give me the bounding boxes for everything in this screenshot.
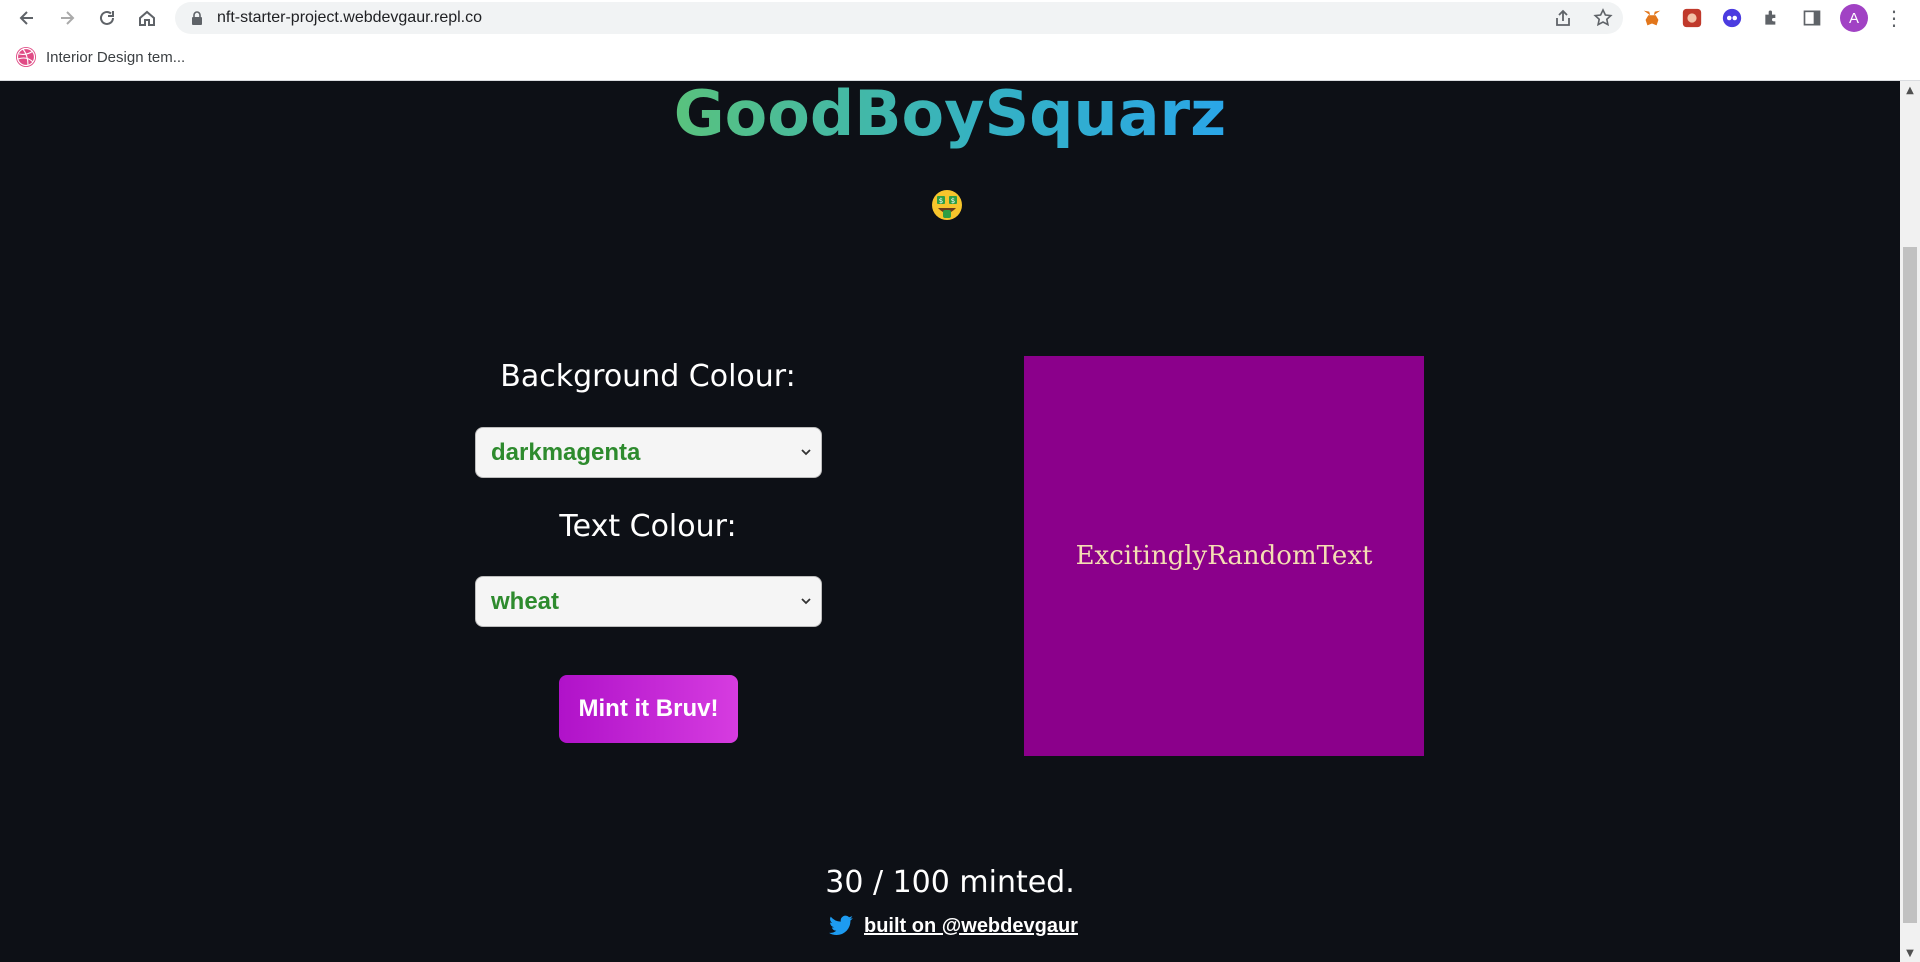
svg-text:$: $ [951,197,955,205]
extension-purple-icon[interactable] [1720,6,1744,30]
metamask-fox-icon[interactable] [1640,6,1664,30]
nft-preview-text: ExcitinglyRandomText [1075,541,1373,571]
chevron-down-icon [801,449,811,456]
background-colour-value: darkmagenta [491,439,641,466]
footer: built on @webdevgaur [826,911,1078,941]
puzzle-extensions-icon[interactable] [1760,6,1784,30]
bookmark-label: Interior Design tem... [46,48,186,66]
mint-button[interactable]: Mint it Bruv! [559,675,738,743]
page-scrollbar[interactable]: ▲ ▼ [1900,81,1920,962]
minted-status: 30 / 100 minted. [825,865,1075,900]
forward-arrow-icon[interactable] [52,3,82,33]
url-text: nft-starter-project.webdevgaur.repl.co [217,9,483,26]
scroll-down-arrow-icon[interactable]: ▼ [1900,944,1920,962]
address-bar[interactable]: nft-starter-project.webdevgaur.repl.co [175,2,1623,34]
reload-icon[interactable] [92,3,122,33]
more-menu-icon[interactable]: ⋮ [1882,6,1906,30]
twitter-bird-icon [829,915,853,935]
page-title: GoodBoySquarz [673,77,1227,150]
home-icon[interactable] [132,3,162,33]
extension-red-icon[interactable] [1680,6,1704,30]
dribbble-icon [16,47,36,67]
browser-toolbar: nft-starter-project.webdevgaur.repl.co A… [0,0,1920,36]
lock-icon [192,11,202,25]
text-colour-select[interactable]: wheat [475,576,822,627]
side-panel-icon[interactable] [1800,6,1824,30]
svg-text:$: $ [939,197,943,205]
profile-avatar[interactable]: A [1840,4,1868,32]
back-arrow-icon[interactable] [12,3,42,33]
scroll-up-arrow-icon[interactable]: ▲ [1900,81,1920,99]
text-colour-label: Text Colour: [559,509,737,544]
text-colour-value: wheat [491,588,560,615]
browser-chrome: nft-starter-project.webdevgaur.repl.co A… [0,0,1920,81]
built-on-link[interactable]: built on @webdevgaur [864,915,1078,938]
scroll-thumb[interactable] [1903,247,1917,923]
money-mouth-face-icon: $ $ [932,190,962,220]
background-colour-select[interactable]: darkmagenta [475,427,822,478]
background-colour-label: Background Colour: [500,359,796,394]
nft-preview: ExcitinglyRandomText [1024,356,1424,756]
page-content: GoodBoySquarz $ $ Background Colour: dar… [0,81,1900,962]
chevron-down-icon [801,598,811,605]
star-icon[interactable] [1593,8,1613,28]
bookmarks-bar: Interior Design tem... [0,44,1920,70]
share-icon[interactable] [1553,8,1573,28]
bookmark-interior-design[interactable]: Interior Design tem... [16,44,185,70]
